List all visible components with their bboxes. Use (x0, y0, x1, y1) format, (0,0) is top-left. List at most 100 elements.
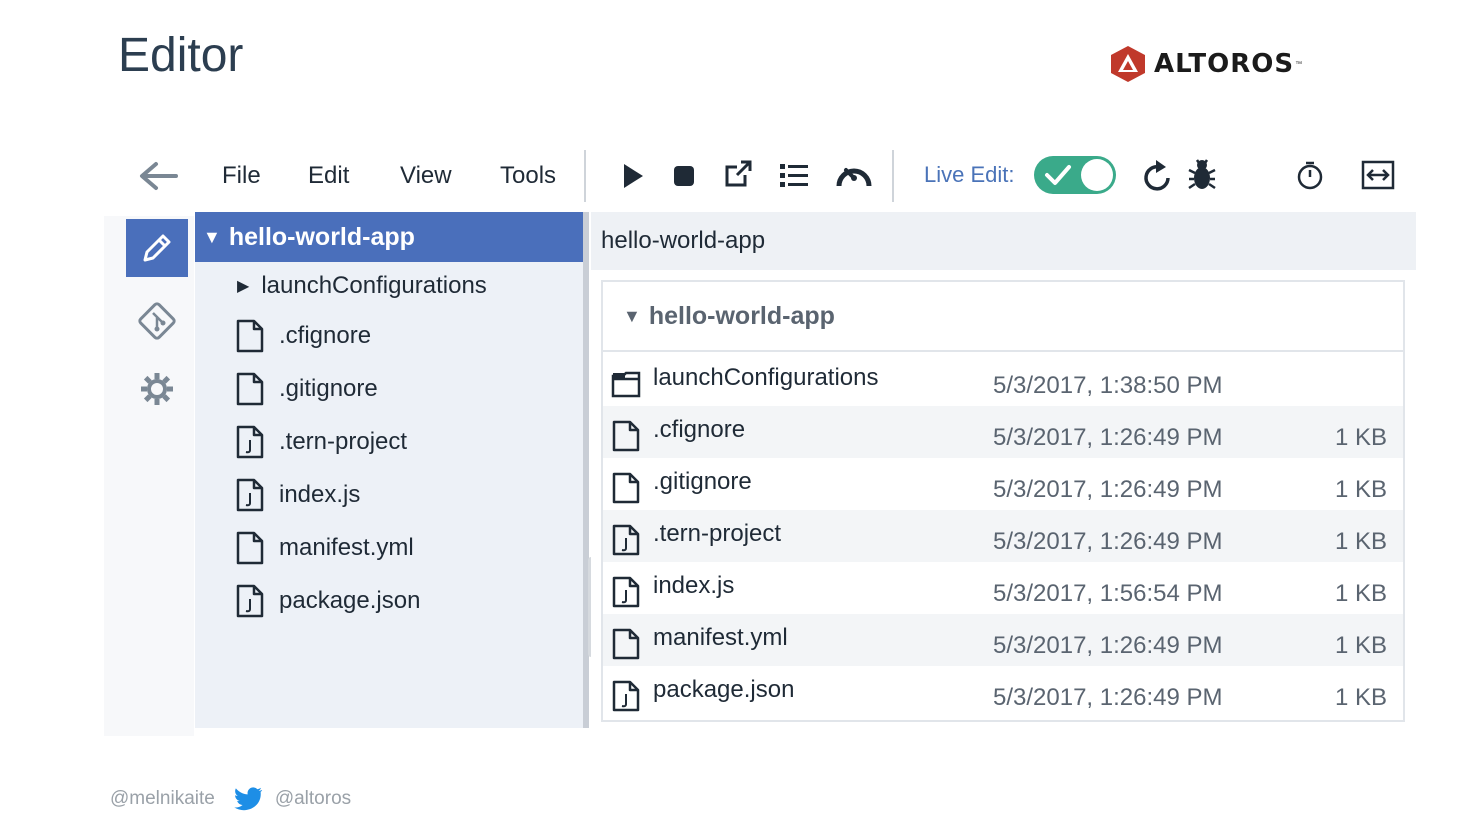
file-date: 5/3/2017, 1:56:54 PM (993, 580, 1223, 607)
logo-tm: ™ (1295, 60, 1303, 68)
refresh-icon[interactable] (1140, 156, 1176, 194)
toggle-knob (1081, 159, 1113, 191)
slide-title: Editor (118, 29, 244, 82)
json-file-icon (236, 584, 264, 618)
file-row[interactable]: .gitignore 5/3/2017, 1:26:49 PM 1 KB (603, 458, 1403, 510)
list-icon[interactable] (778, 160, 810, 190)
altoros-mark-icon (1111, 46, 1145, 82)
file-name: manifest.yml (653, 624, 788, 651)
file-icon (612, 420, 640, 452)
collapsed-caret-icon: ▶ (237, 278, 250, 295)
gear-icon (141, 373, 173, 405)
logo-text: ALTOROS (1154, 49, 1295, 79)
tree-item-label: .tern-project (279, 428, 408, 455)
file-row[interactable]: package.json 5/3/2017, 1:26:49 PM 1 KB (603, 666, 1403, 718)
file-date: 5/3/2017, 1:26:49 PM (993, 528, 1223, 555)
file-row[interactable]: .tern-project 5/3/2017, 1:26:49 PM 1 KB (603, 510, 1403, 562)
tree-item-label: .cfignore (279, 322, 372, 349)
panel-header[interactable]: ▼ hello-world-app (603, 282, 1403, 352)
twitter-bird-icon (234, 787, 262, 811)
bug-icon[interactable] (1184, 156, 1220, 194)
toolbar: File Edit View Tools Live Edit: (104, 132, 1416, 216)
tree-item-label: .gitignore (279, 375, 378, 402)
menu-tools[interactable]: Tools (500, 162, 556, 190)
json-file-icon (236, 478, 264, 512)
file-row[interactable]: index.js 5/3/2017, 1:56:54 PM 1 KB (603, 562, 1403, 614)
tree-root-label: hello-world-app (228, 222, 415, 251)
tree-item-label: package.json (279, 587, 421, 614)
panel-title: hello-world-app (648, 301, 835, 330)
file-row[interactable]: launchConfigurations 5/3/2017, 1:38:50 P… (603, 354, 1403, 406)
tree-root-node[interactable]: ▼ hello-world-app (195, 212, 583, 262)
file-tree: ▼ hello-world-app ▶ launchConfigurations… (195, 212, 583, 728)
file-icon (612, 628, 640, 660)
footer-handle-right: @altoros (274, 788, 352, 809)
stop-icon[interactable] (670, 162, 698, 190)
tree-item-tern-project[interactable]: .tern-project (195, 418, 583, 466)
file-name: .gitignore (653, 468, 752, 495)
json-file-icon (612, 576, 640, 608)
file-icon (236, 319, 264, 353)
altoros-logo: ALTOROS ™ (1108, 44, 1302, 84)
menu-file[interactable]: File (222, 162, 261, 190)
pencil-icon (143, 234, 171, 262)
footer-handle-left: @melnikaite (110, 788, 215, 809)
file-size: 1 KB (1334, 424, 1387, 451)
open-external-icon[interactable] (722, 158, 754, 190)
file-name: launchConfigurations (653, 364, 879, 391)
fit-width-icon[interactable] (1358, 158, 1398, 192)
file-size: 1 KB (1334, 528, 1387, 555)
folder-listing-panel: ▼ hello-world-app launchConfigurations 5… (601, 280, 1405, 722)
file-icon (236, 372, 264, 406)
content-pane: hello-world-app ▼ hello-world-app launch… (591, 212, 1416, 736)
file-icon (236, 531, 264, 565)
file-date: 5/3/2017, 1:26:49 PM (993, 424, 1223, 451)
file-icon (612, 472, 640, 504)
tree-item-label: index.js (279, 481, 361, 508)
file-size: 1 KB (1334, 684, 1387, 711)
file-name: package.json (653, 676, 795, 703)
toolbar-divider-2 (892, 150, 894, 202)
timer-icon[interactable] (1294, 158, 1326, 192)
live-edit-toggle[interactable] (1034, 156, 1116, 194)
play-icon[interactable] (618, 160, 648, 192)
menu-edit[interactable]: Edit (308, 162, 349, 190)
tree-item-index-js[interactable]: index.js (195, 471, 583, 519)
folder-icon (611, 371, 641, 398)
tree-item-package-json[interactable]: package.json (195, 577, 583, 625)
check-icon (1045, 165, 1071, 185)
breadcrumb[interactable]: hello-world-app (591, 212, 1416, 270)
tree-item-label: manifest.yml (279, 534, 414, 561)
file-date: 5/3/2017, 1:26:49 PM (993, 632, 1223, 659)
toolbar-divider (584, 150, 586, 202)
expanded-caret-icon: ▼ (623, 305, 641, 326)
back-arrow-icon[interactable] (136, 158, 180, 194)
file-size: 1 KB (1334, 580, 1387, 607)
file-row[interactable]: .cfignore 5/3/2017, 1:26:49 PM 1 KB (603, 406, 1403, 458)
edit-mode-button[interactable] (126, 219, 188, 277)
file-size: 1 KB (1334, 632, 1387, 659)
slide-footer: @melnikaite @altoros (110, 786, 351, 812)
file-size: 1 KB (1334, 476, 1387, 503)
settings-button[interactable] (126, 360, 188, 418)
left-rail (104, 216, 194, 736)
menu-view[interactable]: View (400, 162, 452, 190)
file-date: 5/3/2017, 1:26:49 PM (993, 684, 1223, 711)
file-row[interactable]: manifest.yml 5/3/2017, 1:26:49 PM 1 KB (603, 614, 1403, 666)
file-date: 5/3/2017, 1:26:49 PM (993, 476, 1223, 503)
tree-item-manifest[interactable]: manifest.yml (195, 524, 583, 572)
json-file-icon (612, 524, 640, 556)
file-date: 5/3/2017, 1:38:50 PM (993, 372, 1223, 399)
git-icon (138, 302, 176, 340)
tree-item-gitignore[interactable]: .gitignore (195, 365, 583, 413)
file-name: .cfignore (653, 416, 746, 443)
ide-window: File Edit View Tools Live Edit: ▼ hello-… (104, 132, 1416, 736)
file-name: index.js (653, 572, 735, 599)
file-name: .tern-project (653, 520, 782, 547)
deploy-gauge-icon[interactable] (834, 158, 874, 192)
tree-item-launchconfigurations[interactable]: ▶ launchConfigurations (195, 262, 583, 310)
tree-item-cfignore[interactable]: .cfignore (195, 312, 583, 360)
git-button[interactable] (126, 292, 188, 350)
json-file-icon (612, 680, 640, 712)
json-file-icon (236, 425, 264, 459)
